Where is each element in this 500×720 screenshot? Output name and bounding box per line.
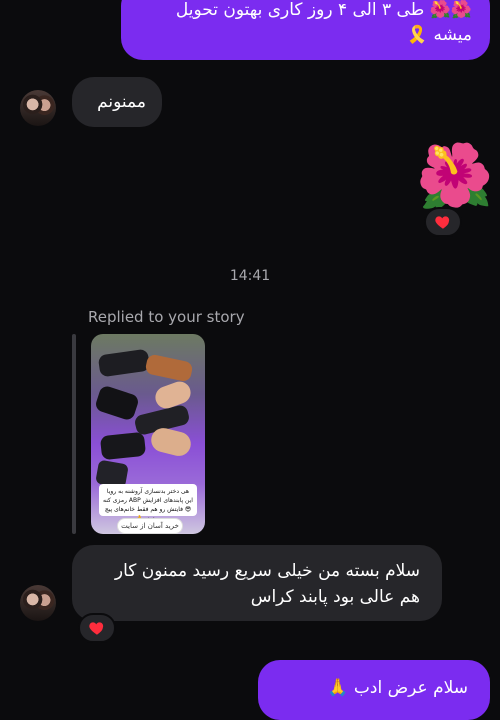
story-caption: هی دختر بدنسازی آروشنه به رویا این پابند… [99,484,197,522]
ribbon-emoji: 🎗️ [406,25,429,45]
replied-to-story-label: Replied to your story [88,308,245,326]
heart-icon [89,622,104,635]
story-thumbnail[interactable]: هی دختر بدنسازی آروشنه به رویا این پابند… [91,334,205,534]
message-line: هم عالی بود پابند کراس [250,587,420,607]
reaction-chip[interactable] [78,613,116,643]
product-strap [144,353,194,383]
message-text: سلام عرض ادب 🙏 [327,678,468,698]
outgoing-message-bubble[interactable]: 🌺🌺 طی ۳ الی ۴ روز کاری بهتون تحویل میشه … [121,0,490,60]
message-text: طی ۳ الی ۴ روز کاری بهتون تحویل [175,0,425,20]
outgoing-message-bubble[interactable]: سلام عرض ادب 🙏 [258,660,490,720]
avatar[interactable] [20,585,56,621]
product-strap [99,431,147,461]
message-line: سلام بسته من خیلی سریع رسید ممنون کار [114,561,420,581]
product-strap [93,384,141,422]
timestamp: 14:41 [229,268,271,284]
message-text: میشه [433,25,472,45]
buy-from-site-button[interactable]: خرید آسان از سایت 🔗 [117,518,183,534]
hand [148,425,194,459]
heart-icon [435,216,450,229]
message-line: میشه 🎗️ [139,23,472,48]
story-reply-bar [72,334,76,534]
message-line: 🌺🌺 طی ۳ الی ۴ روز کاری بهتون تحویل [139,0,472,23]
avatar[interactable] [20,90,56,126]
flower-sticker[interactable]: 🌺 [416,140,493,212]
incoming-message-bubble[interactable]: ممنونم [72,77,162,127]
hand [152,378,194,412]
flower-emoji: 🌺🌺 [429,0,472,20]
product-strap [97,348,151,378]
message-text: ممنونم [97,92,146,112]
incoming-message-bubble[interactable]: سلام بسته من خیلی سریع رسید ممنون کار هم… [72,545,442,621]
reaction-chip[interactable] [424,207,462,237]
